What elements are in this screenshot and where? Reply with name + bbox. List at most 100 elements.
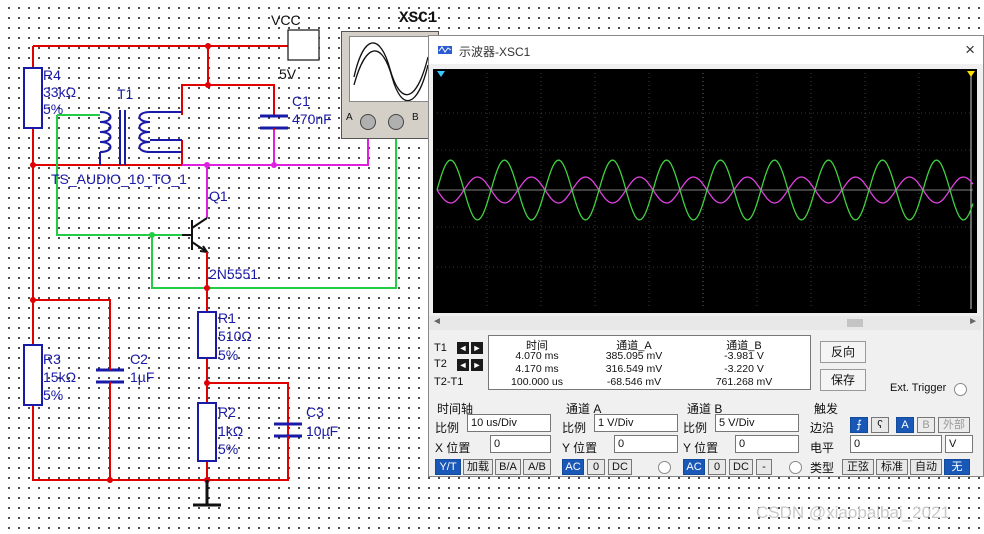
ext-trigger-label: Ext. Trigger [890,382,947,394]
channel-a-ypos-label: Y 位置 [562,441,598,455]
scroll-left-icon[interactable]: ◄ [432,316,442,327]
trigger-level-unit[interactable]: V [945,435,973,453]
channel-a-ypos-field[interactable]: 0 [614,435,678,453]
meas-cell: -3.981 V [724,350,764,362]
channel-b-radio[interactable] [789,461,802,474]
rising-edge-icon[interactable]: ⨍ [850,417,868,433]
ext-trigger-radio[interactable] [954,383,967,396]
channel-b-ypos-field[interactable]: 0 [735,435,799,453]
vcc-symbol [287,29,320,61]
trigger-level-label: 电平 [810,441,835,455]
timebase-group: 时间轴 比例 10 us/Div X 位置 0 Y/T 加载 B/A A/B [435,399,555,477]
meas-cell: 4.170 ms [515,363,559,375]
q1-name: Q1 [209,188,228,204]
trigger-type-none-button[interactable]: 无 [944,459,970,475]
channel-a-scale-field[interactable]: 1 V/Div [594,414,678,432]
preview-wave-icon [353,42,429,102]
trigger-type-auto-button[interactable]: 自动 [910,459,942,475]
resistor-r3 [23,344,43,406]
resistor-r2 [197,402,217,462]
channel-b-scale-label: 比例 [683,421,708,435]
trigger-type-label: 类型 [810,461,835,475]
falling-edge-icon[interactable]: ʕ [871,417,889,433]
port-a-label: A [346,112,353,123]
channel-b-invert-button[interactable]: - [756,459,772,475]
channel-b-scale-field[interactable]: 5 V/Div [715,414,799,432]
port-b-terminal[interactable] [388,114,404,130]
c2-name: C2 [130,351,148,367]
scope-name-label: XSC1 [399,9,438,27]
t1-right-arrow-icon[interactable]: ► [471,342,483,354]
t1-left-arrow-icon[interactable]: ◄ [457,342,469,354]
resistor-r1 [197,311,217,359]
timebase-xpos-label: X 位置 [435,441,471,455]
channel-a-scale-label: 比例 [562,421,587,435]
r2-tolerance: 5% [218,441,239,457]
channel-a-zero-button[interactable]: 0 [587,459,605,475]
cursor-t1-label: T1 [434,342,447,354]
transformer-t1 [99,110,182,165]
q1-model: 2N5551 [209,266,259,282]
save-button[interactable]: 保存 [820,369,866,391]
timebase-scale-field[interactable]: 10 us/Div [467,414,551,432]
resistor-r4 [23,67,43,129]
reverse-button[interactable]: 反向 [820,341,866,363]
cursor-t1-marker [437,71,445,77]
r3-value: 15kΩ [43,369,77,385]
trigger-type-sine-button[interactable]: 正弦 [842,459,874,475]
cursor-t2-label: T2 [434,358,447,370]
scroll-right-icon[interactable]: ► [968,316,978,327]
channel-b-dc-button[interactable]: DC [729,459,753,475]
timebase-xpos-field[interactable]: 0 [490,435,551,453]
channel-b-ypos-label: Y 位置 [683,441,719,455]
vcc-label: VCC [271,12,301,28]
port-b-label: B [412,112,419,123]
mode-ab-button[interactable]: A/B [523,459,551,475]
close-icon[interactable]: × [965,40,975,60]
c2-value: 1µF [130,369,155,385]
window-title: 示波器-XSC1 [459,45,531,59]
meas-cell: 385.095 mV [605,350,663,362]
trigger-source-ext-button[interactable]: 外部 [938,417,970,433]
trigger-group: 触发 边沿 ⨍ ʕ A B 外部 电平 0 V 类型 正弦 标准 自动 无 [810,399,978,477]
t2-left-arrow-icon[interactable]: ◄ [457,359,469,371]
channel-b-zero-button[interactable]: 0 [708,459,726,475]
scope-graticule [436,71,975,309]
mode-add-button[interactable]: 加载 [463,459,493,475]
ground-symbol [193,480,221,507]
horizontal-scrollbar[interactable]: ◄ ► [429,316,981,330]
channel-b-ac-button[interactable]: AC [683,459,705,475]
trigger-source-b-button[interactable]: B [917,417,935,433]
channel-a-radio[interactable] [658,461,671,474]
trigger-level-field[interactable]: 0 [850,435,942,453]
scroll-thumb[interactable] [847,319,863,327]
timebase-scale-label: 比例 [435,421,460,435]
t2-right-arrow-icon[interactable]: ► [471,359,483,371]
mode-yt-button[interactable]: Y/T [435,459,461,475]
meas-cell: 4.070 ms [515,350,559,362]
meas-cell: 761.268 mV [715,376,773,388]
scope-display[interactable] [433,69,977,313]
mode-ba-button[interactable]: B/A [495,459,521,475]
t1-name: T1 [117,86,134,102]
r2-name: R2 [218,404,236,420]
window-titlebar[interactable]: 示波器-XSC1 × [429,36,983,64]
channel-b-group: 通道 B 比例 5 V/Div Y 位置 0 AC 0 DC - [683,399,807,477]
r4-tolerance: 5% [43,101,64,117]
watermark: CSDN @xiaobaibai_2021 [756,503,950,522]
channel-a-group: 通道 A 比例 1 V/Div Y 位置 0 AC 0 DC [562,399,678,477]
meas-cell: 316.549 mV [605,363,663,375]
trigger-title: 触发 [814,402,839,416]
t1-model: TS_AUDIO_10_TO_1 [51,171,187,187]
port-a-terminal[interactable] [360,114,376,130]
oscilloscope-window: 示波器-XSC1 × ◄ ► T1 T2 T2-T1 ◄ ► ◄ ► 时间 通道… [428,35,984,477]
cursor-t2-marker [967,71,975,77]
r1-value: 510Ω [218,328,252,344]
measurement-table: 时间 通道_A 通道_B 4.070 ms 385.095 mV -3.981 … [488,335,811,390]
meas-cell: 100.000 us [511,376,563,388]
channel-a-ac-button[interactable]: AC [562,459,584,475]
oscilloscope-instrument[interactable]: A B [341,31,439,139]
trigger-type-normal-button[interactable]: 标准 [876,459,908,475]
channel-a-dc-button[interactable]: DC [608,459,632,475]
trigger-source-a-button[interactable]: A [896,417,914,433]
